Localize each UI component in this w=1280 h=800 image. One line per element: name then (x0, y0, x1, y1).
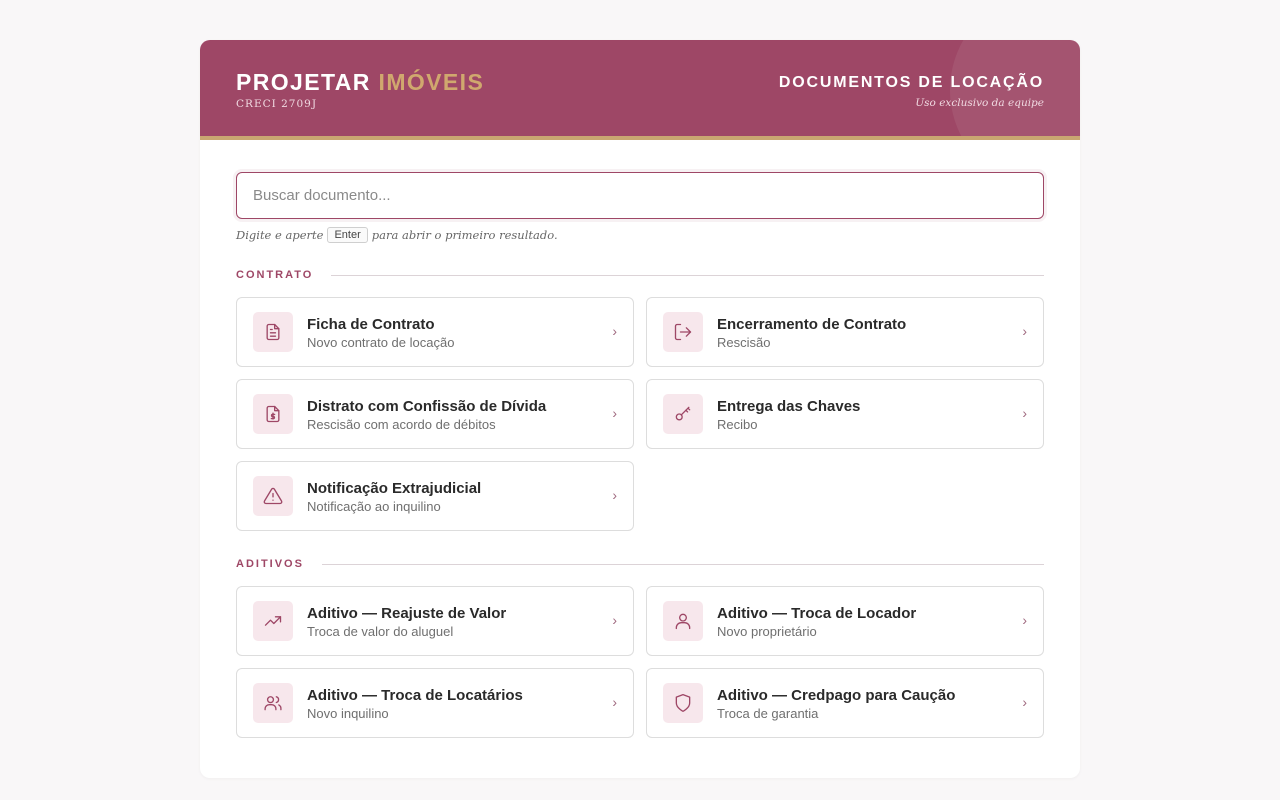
card-subtitle: Rescisão com acordo de débitos (307, 417, 496, 432)
doc-card-entrega-das-chaves[interactable]: Entrega das Chaves Recibo › (646, 379, 1044, 449)
search-input[interactable] (236, 172, 1044, 219)
card-subtitle: Rescisão (717, 335, 771, 350)
card-title: Aditivo — Troca de Locador (717, 605, 917, 622)
search-hint: Digite e aperte Enter para abrir o prime… (236, 227, 558, 243)
doc-card-encerramento-de-contrato[interactable]: Encerramento de Contrato Rescisão › (646, 297, 1044, 367)
enter-key-badge: Enter (327, 227, 368, 243)
card-title: Aditivo — Reajuste de Valor (307, 605, 507, 622)
card-title: Aditivo — Troca de Locatários (307, 687, 523, 704)
key-icon (663, 394, 703, 434)
user-icon (663, 601, 703, 641)
log-out-icon (663, 312, 703, 352)
card-subtitle: Notificação ao inquilino (307, 499, 441, 514)
chevron-right-icon: › (1022, 694, 1027, 710)
section-header-aditivos: ADITIVOS (236, 558, 1044, 570)
users-icon (253, 683, 293, 723)
doc-card-aditivo-troca-locador[interactable]: Aditivo — Troca de Locador Novo propriet… (646, 586, 1044, 656)
doc-card-distrato-confissao-divida[interactable]: Distrato com Confissão de Dívida Rescisã… (236, 379, 634, 449)
chevron-right-icon: › (1022, 323, 1027, 339)
section-divider (321, 563, 1044, 565)
doc-card-aditivo-troca-locatarios[interactable]: Aditivo — Troca de Locatários Novo inqui… (236, 668, 634, 738)
shield-icon (663, 683, 703, 723)
card-subtitle: Troca de valor do aluguel (307, 624, 454, 639)
section-label: ADITIVOS (236, 558, 304, 570)
section-label: CONTRATO (236, 269, 314, 281)
chevron-right-icon: › (612, 612, 617, 628)
creci-number: CRECI 2709J (236, 98, 318, 110)
brand-primary: PROJETAR (236, 69, 371, 95)
card-title: Entrega das Chaves (717, 398, 861, 415)
chevron-right-icon: › (612, 323, 617, 339)
card-title: Aditivo — Credpago para Caução (717, 687, 956, 704)
chevron-right-icon: › (1022, 405, 1027, 421)
section-divider (331, 274, 1044, 276)
card-subtitle: Troca de garantia (717, 706, 819, 721)
brand-logo: PROJETAR IMÓVEIS (236, 69, 484, 96)
chevron-right-icon: › (612, 694, 617, 710)
trending-up-icon (253, 601, 293, 641)
page-title: DOCUMENTOS DE LOCAÇÃO (778, 74, 1044, 91)
page-subtitle: Uso exclusivo da equipe (915, 97, 1044, 109)
card-subtitle: Novo contrato de locação (307, 335, 455, 350)
card-title: Encerramento de Contrato (717, 316, 907, 333)
chevron-right-icon: › (1022, 612, 1027, 628)
doc-card-aditivo-credpago-caucao[interactable]: Aditivo — Credpago para Caução Troca de … (646, 668, 1044, 738)
chevron-right-icon: › (612, 487, 617, 503)
card-title: Ficha de Contrato (307, 316, 435, 333)
doc-card-aditivo-reajuste-valor[interactable]: Aditivo — Reajuste de Valor Troca de val… (236, 586, 634, 656)
section-header-contrato: CONTRATO (236, 269, 1044, 281)
brand-accent: IMÓVEIS (378, 69, 485, 95)
card-title: Notificação Extrajudicial (307, 480, 482, 497)
documents-panel: PROJETAR IMÓVEIS CRECI 2709J DOCUMENTOS … (200, 40, 1080, 778)
hint-text-before: Digite e aperte (236, 228, 324, 242)
doc-card-ficha-de-contrato[interactable]: Ficha de Contrato Novo contrato de locaç… (236, 297, 634, 367)
hint-text-after: para abrir o primeiro resultado. (371, 228, 558, 242)
card-title: Distrato com Confissão de Dívida (307, 398, 547, 415)
chevron-right-icon: › (612, 405, 617, 421)
file-dollar-icon (253, 394, 293, 434)
document-icon (253, 312, 293, 352)
card-subtitle: Novo proprietário (717, 624, 817, 639)
header: PROJETAR IMÓVEIS CRECI 2709J DOCUMENTOS … (200, 40, 1080, 140)
doc-card-notificacao-extrajudicial[interactable]: Notificação Extrajudicial Notificação ao… (236, 461, 634, 531)
card-subtitle: Novo inquilino (307, 706, 389, 721)
card-subtitle: Recibo (717, 417, 758, 432)
warning-icon (253, 476, 293, 516)
